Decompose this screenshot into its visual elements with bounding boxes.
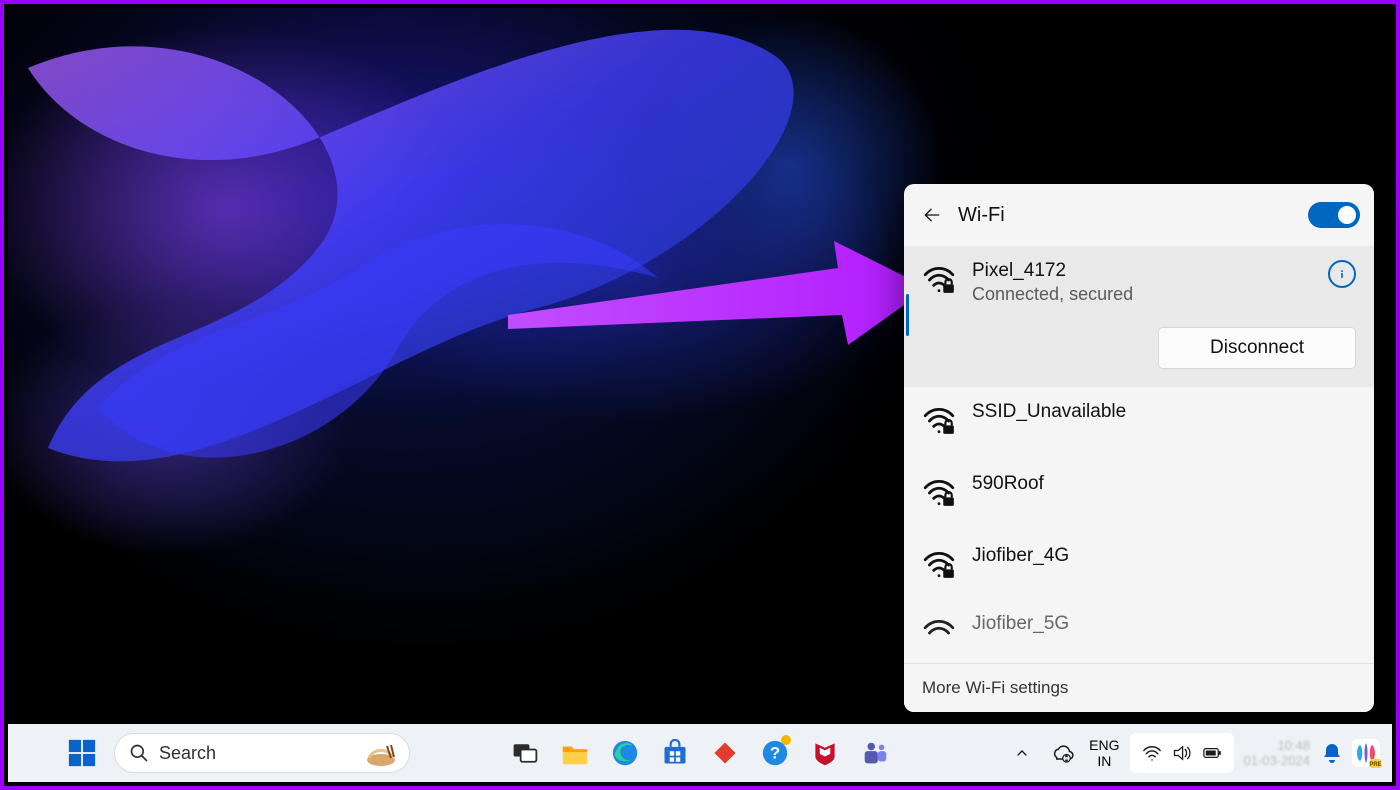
chevron-up-icon <box>1014 745 1030 761</box>
taskbar-app-diamond[interactable] <box>703 731 747 775</box>
language-indicator[interactable]: ENG IN <box>1085 737 1123 769</box>
quick-settings-button[interactable] <box>1130 733 1234 773</box>
clock-date: 01-03-2024 <box>1244 753 1311 768</box>
taskbar-search[interactable]: Search <box>114 733 410 773</box>
back-button[interactable] <box>914 197 950 233</box>
network-name: SSID_Unavailable <box>972 401 1126 423</box>
wifi-icon <box>1142 743 1162 763</box>
taskbar-app-file-explorer[interactable] <box>553 731 597 775</box>
taskbar: Search ? <box>8 724 1392 782</box>
arrow-left-icon <box>922 205 942 225</box>
wifi-header: Wi-Fi <box>904 184 1374 246</box>
search-placeholder: Search <box>159 743 216 764</box>
task-view-icon <box>511 739 539 767</box>
wifi-network-item[interactable]: 590Roof <box>904 459 1374 531</box>
wifi-secured-icon <box>922 547 956 581</box>
taskbar-app-mcafee[interactable] <box>803 731 847 775</box>
wifi-secured-icon <box>922 475 956 509</box>
wifi-network-item[interactable]: Jiofiber_4G <box>904 531 1374 603</box>
wifi-network-item[interactable]: Jiofiber_5G <box>904 603 1374 649</box>
wifi-network-item[interactable]: SSID_Unavailable <box>904 387 1374 459</box>
taskbar-app-edge[interactable] <box>603 731 647 775</box>
copilot-button[interactable]: PRE <box>1350 737 1382 769</box>
windows-logo-icon <box>67 738 97 768</box>
svg-text:PRE: PRE <box>1369 762 1381 768</box>
search-icon <box>129 743 149 763</box>
search-highlight-icon <box>361 740 401 768</box>
start-button[interactable] <box>62 733 102 773</box>
taskbar-app-get-help[interactable]: ? <box>753 731 797 775</box>
tray-overflow-button[interactable] <box>1005 733 1039 773</box>
store-icon <box>661 739 689 767</box>
folder-icon <box>560 738 590 768</box>
wifi-toggle[interactable] <box>1308 202 1360 228</box>
wifi-title: Wi-Fi <box>958 204 1308 227</box>
more-wifi-settings-link[interactable]: More Wi-Fi settings <box>904 663 1374 712</box>
network-name: 590Roof <box>972 473 1044 495</box>
teams-icon <box>860 738 890 768</box>
edge-icon <box>610 738 640 768</box>
network-name: Jiofiber_4G <box>972 545 1069 567</box>
wallpaper-art <box>18 28 888 548</box>
volume-icon <box>1172 743 1192 763</box>
diamond-icon <box>712 740 738 766</box>
wifi-network-active[interactable]: Pixel_4172 Connected, secured Disconnect <box>904 246 1374 387</box>
clock[interactable]: 10:48 01-03-2024 <box>1240 738 1315 768</box>
info-icon <box>1335 267 1349 281</box>
network-name: Pixel_4172 <box>972 260 1133 282</box>
notifications-button[interactable] <box>1320 741 1344 765</box>
battery-icon <box>1202 743 1222 763</box>
taskbar-app-ms-store[interactable] <box>653 731 697 775</box>
wifi-secured-icon <box>922 403 956 437</box>
network-status: Connected, secured <box>972 284 1133 305</box>
cloud-sync-icon <box>1050 741 1074 765</box>
annotation-arrow <box>508 233 938 353</box>
badge-dot-icon <box>781 735 791 745</box>
disconnect-button[interactable]: Disconnect <box>1158 327 1356 369</box>
taskbar-app-task-view[interactable] <box>503 731 547 775</box>
taskbar-app-teams[interactable] <box>853 731 897 775</box>
taskbar-apps: ? <box>503 731 897 775</box>
wifi-secured-icon <box>922 615 956 649</box>
wifi-network-list: Pixel_4172 Connected, secured Disconnect… <box>904 246 1374 663</box>
network-name: Jiofiber_5G <box>972 613 1069 635</box>
tray-onedrive[interactable] <box>1045 731 1079 775</box>
svg-text:?: ? <box>770 744 780 763</box>
clock-time: 10:48 <box>1244 738 1311 753</box>
wifi-flyout: Wi-Fi Pixel_4172 Connected, secured Disc… <box>904 184 1374 712</box>
wifi-secured-icon <box>922 262 956 296</box>
lang-line2: IN <box>1089 753 1119 769</box>
network-properties-button[interactable] <box>1328 260 1356 288</box>
mcafee-icon <box>811 739 839 767</box>
lang-line1: ENG <box>1089 737 1119 753</box>
